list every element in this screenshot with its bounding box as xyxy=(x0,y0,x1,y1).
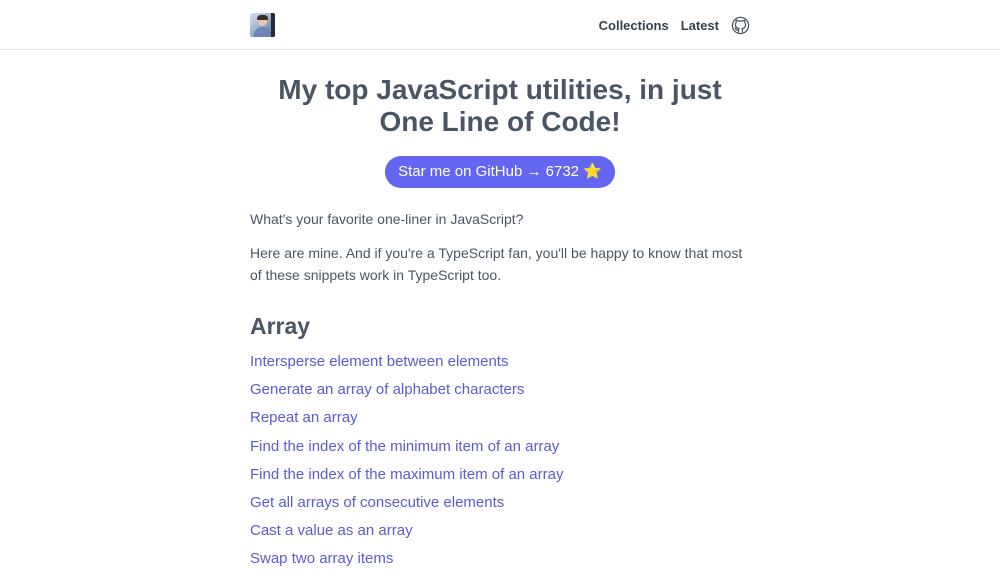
intro-question: What's your favorite one-liner in JavaSc… xyxy=(250,211,524,227)
page-title: My top JavaScript utilities, in just One… xyxy=(278,74,722,137)
snippet-link[interactable]: Get all arrays of consecutive elements xyxy=(250,494,504,511)
star-button-wrapper: Star me on GitHub → 6732 ⭐ xyxy=(250,156,750,188)
snippet-link[interactable]: Cast a value as an array xyxy=(250,522,413,539)
github-icon[interactable] xyxy=(731,16,750,35)
star-button-label: Star me on GitHub → 6732 xyxy=(398,163,580,180)
snippet-link[interactable]: Generate an array of alphabet characters xyxy=(250,381,524,398)
nav-collections-link[interactable]: Collections xyxy=(599,18,669,33)
star-icon: ⭐ xyxy=(583,163,602,180)
snippet-link[interactable]: Find the index of the minimum item of an… xyxy=(250,438,559,455)
list-item: Repeat an array xyxy=(250,407,750,435)
avatar[interactable] xyxy=(250,13,275,37)
nav-latest-link[interactable]: Latest xyxy=(681,18,719,33)
list-item: Swap two array items xyxy=(250,548,750,576)
avatar-shirt xyxy=(254,27,271,37)
main-content: My top JavaScript utilities, in just One… xyxy=(250,50,750,577)
section-title-array: Array xyxy=(250,313,311,339)
list-item: Find the index of the maximum item of an… xyxy=(250,464,750,492)
avatar-background xyxy=(271,13,275,37)
array-snippet-list: Intersperse element between elements Gen… xyxy=(250,351,750,577)
list-item: Get all arrays of consecutive elements xyxy=(250,492,750,520)
snippet-link[interactable]: Find the index of the maximum item of an… xyxy=(250,466,563,483)
snippet-link[interactable]: Repeat an array xyxy=(250,409,358,426)
snippet-link[interactable]: Swap two array items xyxy=(250,550,393,567)
list-item: Find the index of the minimum item of an… xyxy=(250,436,750,464)
intro-description: Here are mine. And if you're a TypeScrip… xyxy=(250,245,743,283)
star-on-github-button[interactable]: Star me on GitHub → 6732 ⭐ xyxy=(385,156,615,188)
list-item: Generate an array of alphabet characters xyxy=(250,379,750,407)
site-header: Collections Latest xyxy=(0,0,1000,50)
top-nav: Collections Latest xyxy=(599,14,750,36)
list-item: Cast a value as an array xyxy=(250,520,750,548)
snippet-link[interactable]: Intersperse element between elements xyxy=(250,353,508,370)
avatar-hair xyxy=(257,15,268,20)
list-item: Intersperse element between elements xyxy=(250,351,750,379)
